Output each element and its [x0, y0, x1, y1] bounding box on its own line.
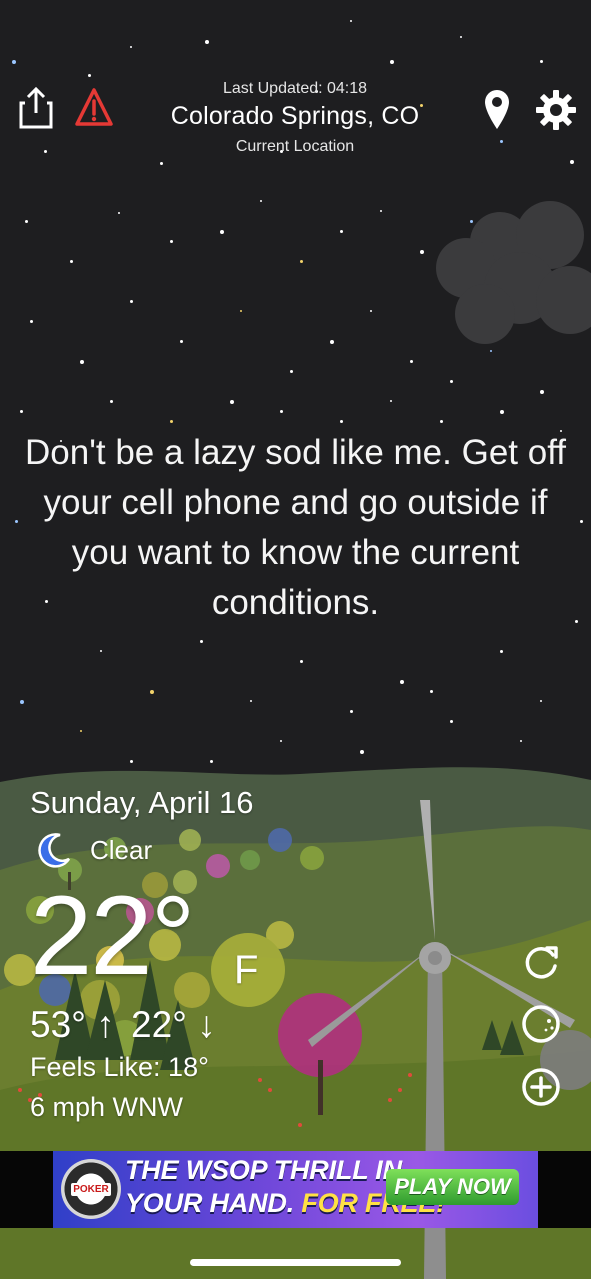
star [12, 60, 16, 64]
star [260, 200, 262, 202]
gear-icon [536, 90, 576, 130]
star [410, 360, 413, 363]
star [20, 700, 24, 704]
star [380, 210, 382, 212]
condition-label: Clear [90, 834, 153, 865]
moon-phase-icon[interactable] [520, 1003, 562, 1045]
low-temperature: 22° ↓ [131, 1004, 216, 1045]
star [280, 740, 282, 742]
star [570, 160, 574, 164]
star [230, 400, 234, 404]
star [240, 310, 242, 312]
date-label: Sunday, April 16 [30, 785, 254, 820]
star [300, 660, 303, 663]
current-temperature: 22° [30, 873, 195, 998]
star [500, 140, 503, 143]
star [350, 20, 352, 22]
star [180, 340, 183, 343]
star [130, 46, 132, 48]
temperature-unit[interactable]: F [234, 948, 258, 993]
moon-icon [38, 833, 71, 868]
star [200, 640, 203, 643]
location-type: Current Location [235, 138, 355, 155]
poker-logo: POKER [61, 1159, 121, 1219]
weather-alert-button[interactable] [74, 86, 114, 130]
star [100, 650, 102, 652]
location-name: Colorado Springs, CO [170, 102, 420, 130]
ad-headline-2a: YOUR HAND. [125, 1188, 295, 1218]
star [420, 250, 424, 254]
star [150, 690, 154, 694]
star [430, 690, 433, 693]
poker-logo-text: POKER [71, 1182, 111, 1196]
star [400, 680, 404, 684]
location-pin-icon [485, 90, 509, 129]
star [350, 710, 353, 713]
star [80, 360, 84, 364]
location-button[interactable] [482, 88, 512, 130]
star [170, 420, 173, 423]
condition-row: Clear [36, 832, 152, 868]
star [460, 36, 462, 38]
warning-icon [75, 88, 113, 126]
star [390, 60, 394, 64]
star [130, 300, 133, 303]
add-icon[interactable] [520, 1066, 562, 1108]
ad-headline-1: THE WSOP THRILL IN [125, 1155, 402, 1185]
weather-screen: Last Updated: 04:18 Colorado Springs, CO… [0, 0, 591, 1279]
star [160, 162, 163, 165]
star [25, 220, 28, 223]
home-indicator[interactable] [190, 1259, 401, 1266]
star [80, 730, 82, 732]
star [70, 260, 73, 263]
high-temperature: 53° ↑ [30, 1004, 115, 1045]
star [500, 650, 503, 653]
snarky-message: Don't be a lazy sod like me. Get off you… [24, 433, 567, 622]
star [110, 400, 113, 403]
feels-like: Feels Like: 18° [30, 1052, 209, 1082]
star [20, 410, 23, 413]
star [500, 410, 504, 414]
star [330, 340, 334, 344]
ad-banner[interactable]: POKER THE WSOP THRILL IN YOUR HAND. FOR … [0, 1151, 591, 1228]
star [290, 370, 293, 373]
star [580, 520, 583, 523]
cloud-illustration [436, 201, 591, 344]
share-button[interactable] [16, 84, 56, 132]
star [280, 410, 283, 413]
share-icon [19, 86, 53, 129]
star [250, 700, 252, 702]
star [15, 520, 18, 523]
star [390, 400, 392, 402]
star [450, 720, 453, 723]
star [220, 230, 224, 234]
ad-creative[interactable]: POKER THE WSOP THRILL IN YOUR HAND. FOR … [53, 1151, 538, 1228]
play-now-button[interactable]: PLAY NOW [386, 1169, 519, 1205]
star [118, 212, 120, 214]
star [44, 150, 47, 153]
star [450, 380, 453, 383]
star [205, 40, 209, 44]
star [340, 420, 343, 423]
last-updated: Last Updated: 04:18 [222, 80, 368, 97]
wind-info: 6 mph WNW [30, 1092, 184, 1122]
star [540, 700, 542, 702]
star [88, 74, 91, 77]
star [540, 390, 544, 394]
settings-button[interactable] [534, 88, 578, 132]
star [520, 740, 522, 742]
star [340, 230, 343, 233]
star [440, 420, 443, 423]
star [170, 240, 173, 243]
high-low-row: 53° ↑ 22° ↓ [30, 1004, 222, 1046]
star [540, 60, 543, 63]
star [575, 620, 578, 623]
star [370, 310, 372, 312]
refresh-icon[interactable] [520, 940, 562, 982]
star [300, 260, 303, 263]
star [30, 320, 33, 323]
star [360, 750, 364, 754]
